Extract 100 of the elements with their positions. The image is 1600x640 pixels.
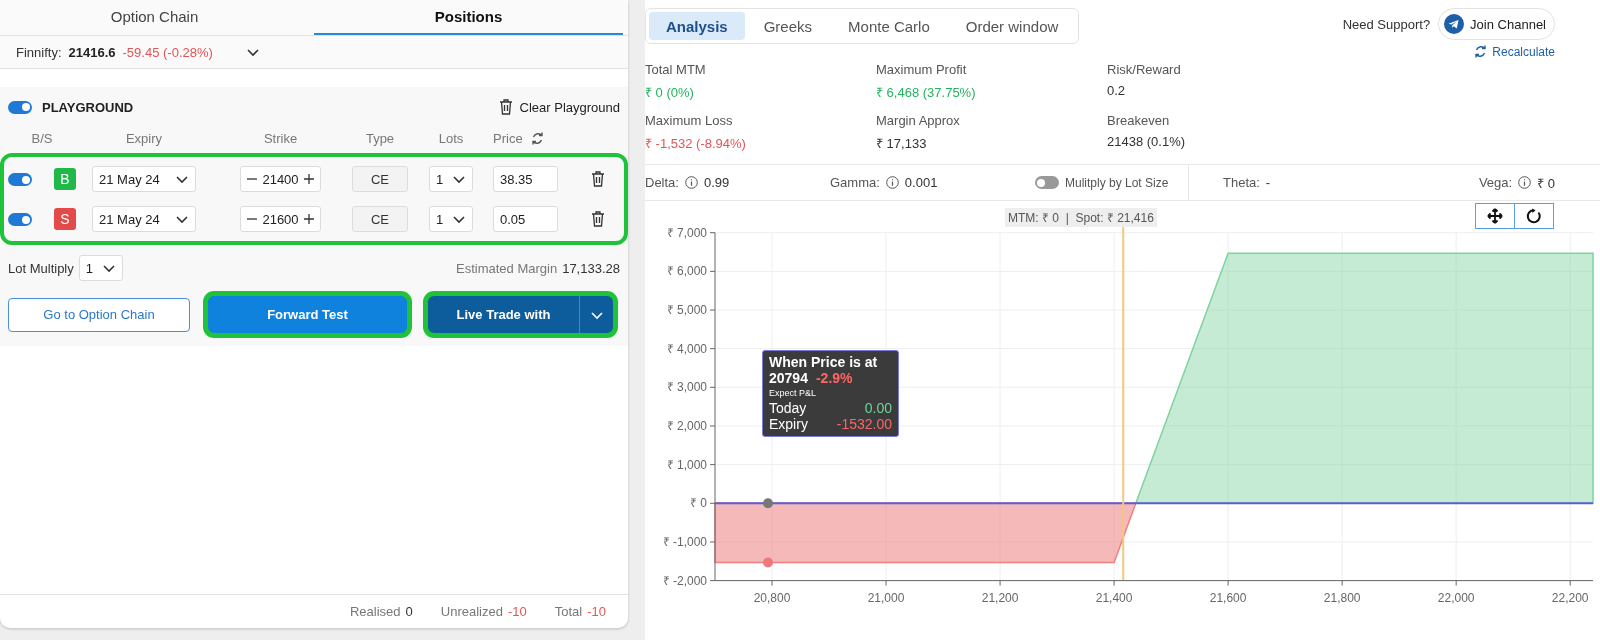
x-tick-label: 21,600: [1209, 590, 1247, 605]
refresh-icon[interactable]: [530, 130, 544, 146]
live-trade-button[interactable]: Live Trade with: [423, 291, 618, 338]
move-icon: [1487, 208, 1503, 224]
column-header: Price: [493, 130, 523, 146]
lot-multiply-label: Lot Multiply: [8, 260, 74, 276]
option-type-field: CE: [352, 166, 408, 192]
stat-value: ₹ 17,133: [876, 135, 927, 152]
greek-label: Delta:: [645, 175, 679, 190]
estimated-margin-label: Estimated Margin: [456, 260, 558, 276]
chevron-down-icon: [175, 173, 189, 185]
tab[interactable]: Greeks: [746, 12, 830, 40]
x-tick-label: 21,000: [867, 590, 905, 605]
forward-test-button[interactable]: Forward Test: [203, 291, 412, 338]
side-badge: B: [54, 168, 76, 190]
paper-plane-icon: [1444, 14, 1465, 34]
x-tick-label: 21,200: [981, 590, 1019, 605]
tooltip-price: 20794: [769, 370, 808, 386]
y-tick-label: ₹ 7,000: [666, 225, 707, 240]
strike-stepper[interactable]: 21600: [240, 206, 321, 232]
stat-value: 21438 (0.1%): [1107, 134, 1186, 149]
stat-value: ₹ 6,468 (37.75%): [876, 84, 976, 101]
tab[interactable]: Analysis: [649, 12, 745, 40]
strike-stepper[interactable]: 21400: [240, 166, 321, 192]
footer-label: Realised: [349, 604, 401, 619]
clear-playground-button[interactable]: Clear Playground: [497, 98, 620, 116]
y-tick-label: ₹ 6,000: [666, 264, 707, 279]
plus-icon: [303, 213, 315, 225]
toggle-label: Mulitply by Lot Size: [1065, 175, 1169, 190]
toggle-switch[interactable]: [1035, 176, 1059, 189]
pan-button[interactable]: [1475, 203, 1515, 229]
lot-multiply-select[interactable]: 1: [78, 255, 123, 281]
price-input[interactable]: 0.05: [493, 206, 558, 232]
refresh-icon: [1474, 44, 1488, 59]
recalculate-button[interactable]: Recalculate: [1474, 44, 1555, 59]
y-tick-label: ₹ 4,000: [666, 341, 707, 356]
tab[interactable]: Option Chain: [0, 0, 309, 35]
chevron-down-icon[interactable]: [245, 46, 260, 58]
expiry-select[interactable]: 21 May 24: [92, 166, 196, 192]
x-tick-label: 22,000: [1437, 590, 1475, 605]
column-header: B/S: [30, 130, 54, 146]
stat-label: Maximum Loss: [645, 113, 734, 128]
chevron-down-icon: [101, 262, 116, 274]
hover-marker-drawing: [763, 498, 773, 568]
tooltip-change: -2.9%: [815, 370, 853, 386]
column-header: Lots: [437, 130, 465, 146]
x-tick-label: 21,800: [1323, 590, 1361, 605]
x-tick-label: 22,200: [1551, 590, 1589, 605]
price-input[interactable]: 38.35: [493, 166, 558, 192]
x-tick-label: 21,400: [1095, 590, 1133, 605]
chart-header: MTM: ₹ 0 | Spot: ₹ 21,416: [1005, 208, 1157, 227]
y-tick-label: ₹ 5,000: [666, 303, 707, 317]
stat-value: 0.2: [1107, 83, 1126, 98]
estimated-margin-value: 17,133.28: [562, 260, 620, 276]
tab[interactable]: Order window: [948, 12, 1076, 40]
footer-value: -10: [507, 604, 527, 619]
chevron-down-icon: [452, 213, 466, 225]
join-channel-button[interactable]: Join Channel: [1438, 8, 1555, 40]
plus-icon: [303, 173, 315, 185]
footer-value: 0: [405, 604, 413, 619]
y-tick-label: ₹ 0: [690, 496, 707, 511]
tooltip-value: 0.00: [864, 400, 892, 416]
y-tick-label: ₹ 1,000: [666, 457, 707, 472]
chevron-down-icon: [452, 173, 466, 185]
stat-value: ₹ 0 (0%): [645, 84, 694, 101]
y-tick-label: ₹ 2,000: [666, 419, 707, 433]
tooltip-label: Expiry: [769, 416, 808, 432]
toggle-switch[interactable]: [8, 100, 32, 114]
toggle-switch[interactable]: [8, 173, 32, 186]
trash-icon[interactable]: [590, 170, 606, 188]
index-change: -59.45 (-0.28%): [122, 44, 213, 60]
lots-select[interactable]: 1: [429, 206, 473, 232]
tab[interactable]: Monte Carlo: [831, 12, 947, 40]
option-type-field: CE: [352, 206, 408, 232]
greek-value: 0.99: [703, 175, 730, 190]
chevron-down-icon: [175, 213, 189, 225]
column-header: Expiry: [124, 130, 164, 146]
index-name: Finnifty:: [16, 44, 62, 60]
section-title: PLAYGROUND: [42, 99, 134, 115]
stat-label: Margin Approx: [876, 113, 961, 128]
column-header: Type: [364, 130, 396, 146]
y-tick-label: ₹ -2,000: [662, 573, 707, 588]
expiry-select[interactable]: 21 May 24: [92, 206, 196, 232]
toggle-switch[interactable]: [8, 213, 32, 226]
greek-label: Vega:: [1478, 175, 1513, 190]
reset-button[interactable]: [1514, 203, 1554, 229]
greek-value: 0.001: [904, 175, 938, 190]
stat-label: Total MTM: [645, 62, 707, 77]
column-header: Strike: [262, 130, 299, 146]
side-badge: S: [54, 208, 76, 230]
rotate-icon: [1526, 208, 1542, 224]
y-tick-label: ₹ 3,000: [666, 380, 707, 395]
stat-label: Risk/Reward: [1107, 62, 1182, 77]
footer-value: -10: [587, 604, 606, 619]
go-to-option-chain-button[interactable]: Go to Option Chain: [8, 297, 190, 332]
lots-select[interactable]: 1: [429, 166, 473, 192]
tooltip-title: When Price is at: [769, 354, 879, 370]
trash-icon[interactable]: [590, 210, 606, 228]
greek-value: ₹ 0: [1537, 174, 1555, 192]
stat-label: Maximum Profit: [876, 62, 968, 77]
